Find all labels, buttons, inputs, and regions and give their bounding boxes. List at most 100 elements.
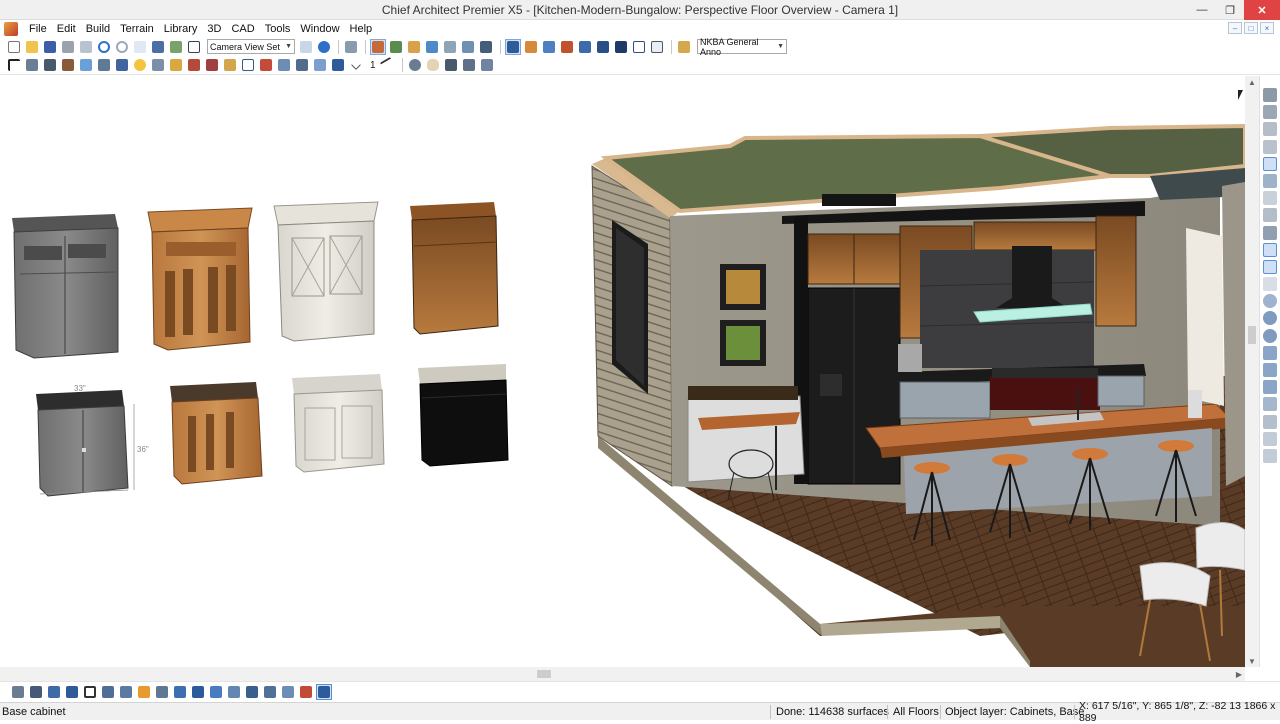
- undo-view-icon[interactable]: [1263, 431, 1277, 446]
- elevation-view-icon[interactable]: [388, 39, 404, 55]
- doors-icon[interactable]: [60, 57, 76, 73]
- print-icon[interactable]: [60, 39, 76, 55]
- zoom-in-icon[interactable]: [1263, 311, 1277, 326]
- wireframe-icon[interactable]: [478, 39, 494, 55]
- fill-window-icon[interactable]: [1263, 363, 1277, 377]
- cabinet-oak-hutch[interactable]: [147, 207, 253, 351]
- cross-section-icon[interactable]: [406, 39, 422, 55]
- cube-icon[interactable]: [330, 57, 346, 73]
- move-object-icon[interactable]: [64, 684, 80, 700]
- move-arrow-icon[interactable]: [136, 684, 152, 700]
- menu-3d[interactable]: 3D: [202, 23, 226, 35]
- grid-icon[interactable]: [1263, 208, 1277, 223]
- floor-overview-icon[interactable]: [523, 39, 539, 55]
- curve-icon[interactable]: [1263, 191, 1277, 206]
- reset-view-icon[interactable]: [1263, 448, 1277, 463]
- menu-cad[interactable]: CAD: [226, 23, 259, 35]
- zoom-window-icon[interactable]: [1263, 345, 1277, 360]
- replicate-icon[interactable]: [208, 684, 224, 700]
- menu-file[interactable]: File: [24, 23, 52, 35]
- floor-plan-view-icon[interactable]: [370, 38, 386, 55]
- text-tool-icon[interactable]: [258, 57, 274, 73]
- align-icon[interactable]: [226, 684, 242, 700]
- scroll-down-icon[interactable]: ▼: [1245, 655, 1259, 667]
- exterior-icon[interactable]: [1263, 139, 1277, 154]
- zoom-tool-icon[interactable]: [407, 57, 423, 73]
- cabinet-walnut-wall[interactable]: [410, 202, 499, 335]
- camera-icon[interactable]: [294, 57, 310, 73]
- cabinet-white-hutch[interactable]: [273, 201, 379, 342]
- cabinet-oak-base[interactable]: [170, 382, 263, 485]
- menu-library[interactable]: Library: [159, 23, 203, 35]
- lighting-icon[interactable]: [132, 57, 148, 73]
- glass-house-icon[interactable]: [1263, 105, 1277, 120]
- zoom-out-icon[interactable]: [1263, 328, 1277, 343]
- scroll-up-icon[interactable]: ▲: [1245, 76, 1259, 88]
- center-icon[interactable]: [172, 684, 188, 700]
- line-drawing-icon[interactable]: [631, 39, 647, 55]
- transform-icon[interactable]: [190, 684, 206, 700]
- menu-build[interactable]: Build: [81, 23, 115, 35]
- toggle-reference-icon[interactable]: [343, 39, 359, 55]
- cabinet-gray-base[interactable]: 33" 36": [36, 384, 149, 497]
- drawing-canvas[interactable]: 33" 36": [0, 76, 1245, 667]
- cabinet-gray-hutch[interactable]: [12, 214, 119, 359]
- cad-box-icon[interactable]: [276, 57, 292, 73]
- scroll-right-icon[interactable]: ▶: [1233, 667, 1245, 681]
- fixtures-icon[interactable]: [150, 57, 166, 73]
- technical-illustration-icon[interactable]: [613, 39, 629, 55]
- reshape-icon[interactable]: [154, 684, 170, 700]
- text-style-icon[interactable]: [298, 39, 314, 55]
- new-plan-icon[interactable]: [6, 39, 22, 55]
- minimize-icon[interactable]: —: [1188, 0, 1216, 20]
- dimension-icon[interactable]: [240, 57, 256, 73]
- select-arrow-icon[interactable]: [6, 57, 22, 73]
- line-tool-icon[interactable]: [379, 56, 396, 74]
- material-painter-icon[interactable]: [316, 683, 332, 700]
- group-icon[interactable]: [298, 684, 314, 700]
- cabinet-white-base[interactable]: [292, 374, 385, 473]
- plan-view-icon[interactable]: [150, 39, 166, 55]
- fit-icon[interactable]: [1263, 380, 1277, 395]
- doc-minimize-icon[interactable]: –: [1228, 22, 1242, 34]
- roof-icon[interactable]: [114, 57, 130, 73]
- save-icon[interactable]: [42, 39, 58, 55]
- stretch-icon[interactable]: [46, 684, 62, 700]
- arrow-icon[interactable]: [1263, 277, 1277, 292]
- help-icon[interactable]: [316, 39, 332, 55]
- horizontal-scroll-thumb[interactable]: [537, 670, 551, 678]
- layer-manager-icon[interactable]: [1263, 173, 1277, 188]
- camera-view-icon[interactable]: [424, 39, 440, 55]
- material-icon[interactable]: [204, 57, 220, 73]
- chevron-down-icon[interactable]: [348, 57, 364, 73]
- search-icon[interactable]: [1263, 294, 1277, 309]
- edit-layer-icon[interactable]: [28, 684, 44, 700]
- undo-icon[interactable]: [96, 39, 112, 55]
- draw-walls-icon[interactable]: [24, 57, 40, 73]
- render-icon[interactable]: [1263, 122, 1277, 137]
- vertical-scrollbar[interactable]: ▲ ▼: [1245, 76, 1259, 667]
- print-preview-icon[interactable]: [78, 39, 94, 55]
- restore-icon[interactable]: ❐: [1216, 0, 1244, 20]
- select-objects-icon[interactable]: [168, 39, 184, 55]
- pan-hand-icon[interactable]: [425, 57, 441, 73]
- redo-icon[interactable]: [114, 39, 130, 55]
- reverse-icon[interactable]: [262, 684, 278, 700]
- menu-window[interactable]: Window: [295, 23, 344, 35]
- perspective-view-icon[interactable]: [541, 39, 557, 55]
- stairs-icon[interactable]: [96, 57, 112, 73]
- layer-set-icon[interactable]: [1263, 414, 1277, 429]
- doc-restore-icon[interactable]: □: [1244, 22, 1258, 34]
- help-pointer-icon[interactable]: [132, 39, 148, 55]
- horizontal-scrollbar[interactable]: ▶: [0, 667, 1245, 681]
- polyline-icon[interactable]: [1263, 242, 1277, 257]
- doc-close-icon[interactable]: ×: [1260, 22, 1274, 34]
- open-object-icon[interactable]: [10, 684, 26, 700]
- rotate-view-icon[interactable]: [1263, 397, 1277, 412]
- doll-house-icon[interactable]: [559, 39, 575, 55]
- paint-icon[interactable]: [186, 57, 202, 73]
- orbit-icon[interactable]: [479, 57, 495, 73]
- active-tool-icon[interactable]: [1263, 156, 1277, 171]
- camera-house-icon[interactable]: [1263, 88, 1277, 102]
- delete-icon[interactable]: [82, 684, 98, 700]
